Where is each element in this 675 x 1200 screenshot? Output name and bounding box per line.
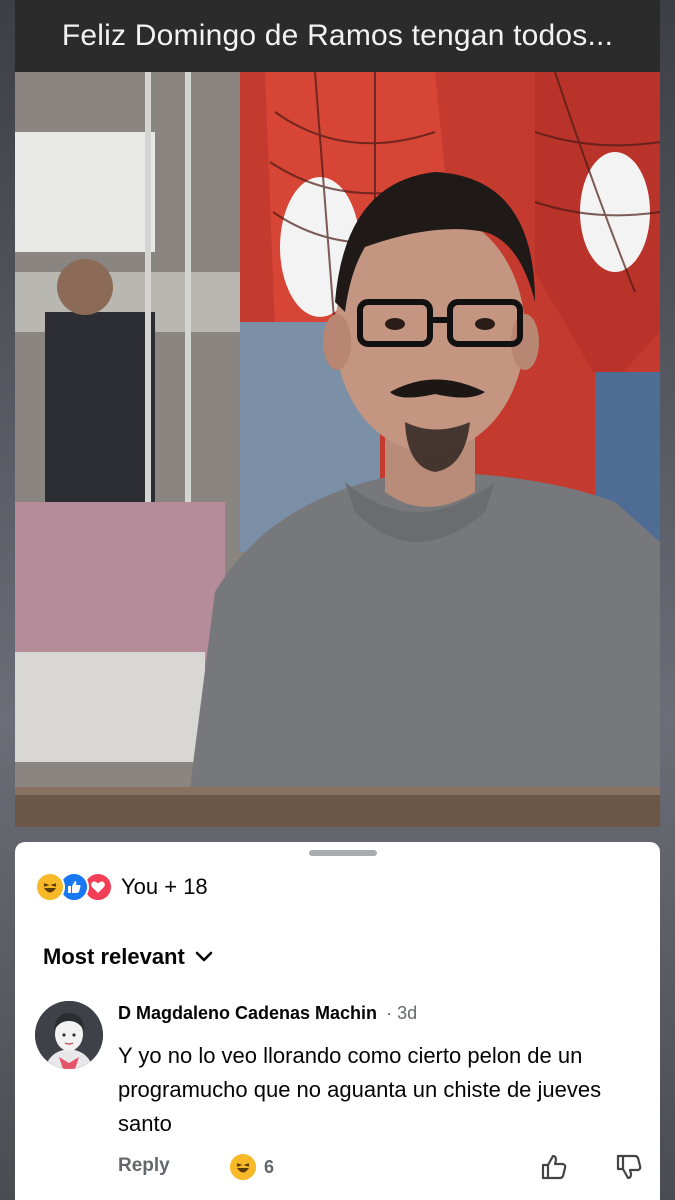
chevron-down-icon — [195, 951, 213, 963]
drag-handle[interactable] — [309, 850, 377, 856]
comment-reactions[interactable]: 6 — [228, 1152, 274, 1182]
post-caption: Feliz Domingo de Ramos tengan todos... — [15, 0, 660, 72]
haha-icon — [228, 1152, 258, 1182]
reply-button[interactable]: Reply — [118, 1155, 170, 1177]
haha-icon — [35, 872, 65, 902]
comment-reaction-count: 6 — [264, 1156, 275, 1177]
sort-label: Most relevant — [43, 944, 185, 969]
avatar[interactable] — [35, 1001, 103, 1069]
post-reactions[interactable]: You + 18 — [35, 872, 208, 902]
sort-dropdown[interactable]: Most relevant — [43, 944, 213, 970]
reaction-summary[interactable]: You + 18 — [121, 874, 208, 900]
comment-time: · 3d — [386, 1003, 418, 1023]
comment-author[interactable]: D Magdaleno Cadenas Machin — [118, 1003, 377, 1023]
post-photo[interactable] — [15, 72, 660, 827]
thumbs-down-icon[interactable] — [613, 1151, 645, 1183]
comment-header: D Magdaleno Cadenas Machin · 3d — [118, 1003, 417, 1024]
comment-text: Y yo no lo veo llorando como cierto pelo… — [118, 1043, 602, 1136]
comments-sheet: You + 18 Most relevant D Magdaleno Caden… — [15, 842, 660, 1200]
thumbs-up-icon[interactable] — [538, 1151, 570, 1183]
photo-illustration — [15, 72, 660, 827]
